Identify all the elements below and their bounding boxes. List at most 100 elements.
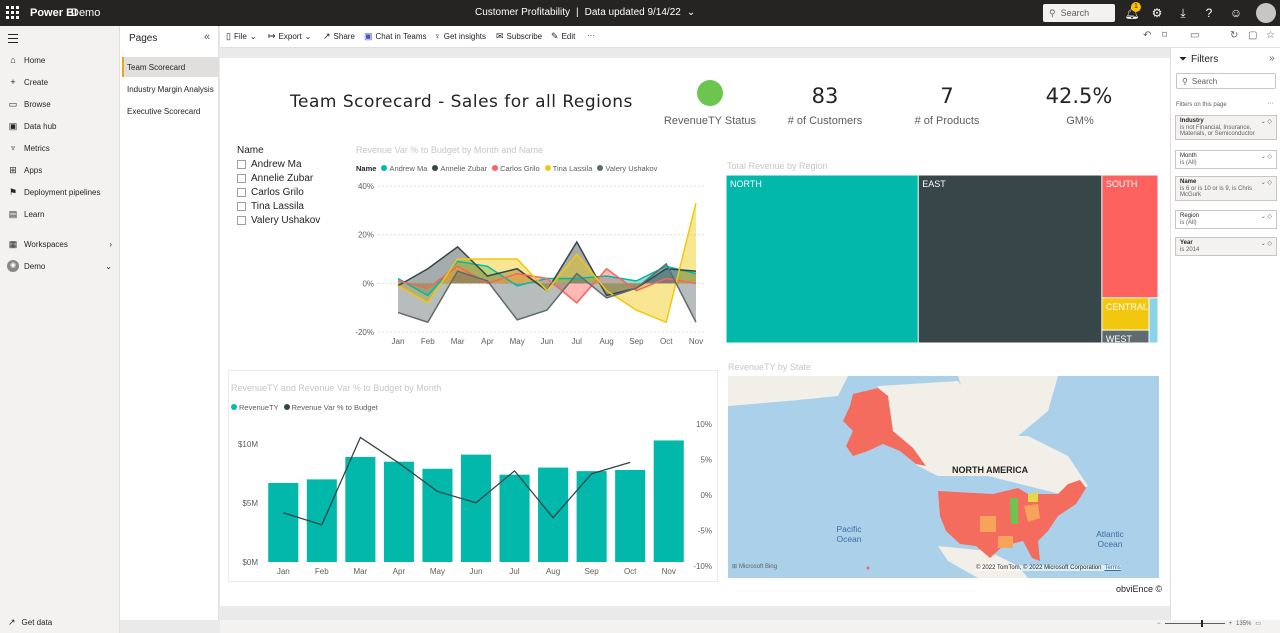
filter-card-icons[interactable]: ⌄ ◇ xyxy=(1261,153,1272,160)
checkbox[interactable] xyxy=(237,160,246,169)
slicer-option[interactable]: Andrew Ma xyxy=(237,159,302,170)
zoom-out-icon[interactable]: − xyxy=(1157,621,1161,627)
y-tick-label: 20% xyxy=(358,231,374,240)
page-tab-executive-scorecard[interactable]: Executive Scorecard xyxy=(122,101,218,121)
get-data-button[interactable]: ↗ Get data xyxy=(0,612,120,632)
filter-card-year[interactable]: Year is 2014 ⌄ ◇ xyxy=(1175,237,1277,256)
zoom-control[interactable]: − + 135% ▭ xyxy=(1157,620,1261,627)
feedback-icon[interactable]: ☺ xyxy=(1228,5,1244,21)
chevron-down-icon: ⌄ xyxy=(105,261,112,271)
chat-in-teams-button[interactable]: ▣ Chat in Teams xyxy=(364,31,427,42)
filter-card-icons[interactable]: ⌄ ◇ xyxy=(1261,213,1272,220)
map-visual[interactable]: NORTH AMERICA Pacific Ocean Atlantic Oce… xyxy=(728,376,1159,578)
bar[interactable] xyxy=(345,456,376,562)
nav-item-apps[interactable]: ⊞ Apps xyxy=(0,160,120,180)
nav-item-deployment-pipelines[interactable]: ⚑ Deployment pipelines xyxy=(0,182,120,202)
left-nav: ⌂ Home + Create ▭ Browse ▣ Data hub ♆ Metrics… xyxy=(0,26,120,633)
more-options-icon[interactable]: ··· xyxy=(1267,100,1274,107)
subscribe-button[interactable]: ✉ Subscribe xyxy=(496,31,542,42)
legend-item[interactable]: Valery Ushakov xyxy=(597,164,657,173)
treemap-tile[interactable] xyxy=(1149,298,1158,343)
kpi-label-gm: GM% xyxy=(1066,115,1094,127)
view-icon[interactable]: ▭ xyxy=(1190,30,1199,41)
slicer-option[interactable]: Annelie Zubar xyxy=(237,173,313,184)
filter-card-icons[interactable]: ⌄ ◇ xyxy=(1261,240,1272,247)
filter-card-icons[interactable]: ⌄ ◇ xyxy=(1261,179,1272,186)
zoom-slider[interactable] xyxy=(1164,620,1225,627)
filter-card-icons[interactable]: ⌄ ◇ xyxy=(1261,118,1272,125)
slicer-option[interactable]: Tina Lassila xyxy=(237,201,304,212)
slicer-option[interactable]: Valery Ushakov xyxy=(237,215,320,226)
filter-card-region[interactable]: Region is (All) ⌄ ◇ xyxy=(1175,210,1277,229)
hamburger-icon[interactable] xyxy=(8,34,18,46)
page-tab-team-scorecard[interactable]: Team Scorecard xyxy=(122,57,218,77)
checkbox[interactable] xyxy=(237,174,246,183)
bar[interactable] xyxy=(268,482,299,562)
legend-item[interactable]: Carlos Grilo xyxy=(492,164,540,173)
bookmark-icon[interactable]: ⌑ xyxy=(1162,30,1167,41)
filter-card-month[interactable]: Month is (All) ⌄ ◇ xyxy=(1175,150,1277,169)
help-icon[interactable]: ? xyxy=(1201,5,1217,21)
legend-item[interactable]: Andrew Ma xyxy=(381,164,427,173)
nav-item-label: Data hub xyxy=(24,121,57,131)
get-insights-button[interactable]: ♀ Get insights xyxy=(434,31,486,41)
terms-link[interactable]: Terms xyxy=(1104,565,1120,571)
treemap-tile[interactable] xyxy=(1102,175,1158,298)
legend-item[interactable]: RevenueTY xyxy=(231,403,279,412)
download-icon[interactable]: ⤓ xyxy=(1175,5,1191,21)
treemap-tile[interactable] xyxy=(918,175,1102,343)
refresh-icon[interactable]: ↻ xyxy=(1230,30,1238,41)
more-options-button[interactable]: ··· xyxy=(587,31,595,40)
nav-item-workspaces[interactable]: ▦ Workspaces › xyxy=(0,234,120,254)
checkbox[interactable] xyxy=(237,216,246,225)
collapse-pages-icon[interactable]: « xyxy=(204,31,210,43)
treemap[interactable]: NORTH EAST SOUTH CENTRAL WEST xyxy=(726,175,1160,343)
bar[interactable] xyxy=(538,467,569,562)
bar[interactable] xyxy=(653,440,684,562)
search-placeholder: Search xyxy=(1060,8,1090,18)
collapse-filters-icon[interactable]: » xyxy=(1269,53,1275,64)
bar[interactable] xyxy=(422,468,453,562)
report-header[interactable]: Customer Profitability | Data updated 9/… xyxy=(475,7,695,18)
bar[interactable] xyxy=(306,479,337,562)
export-menu[interactable]: ↦ Export ⌄ xyxy=(268,31,311,42)
treemap-tile[interactable] xyxy=(726,175,918,343)
undo-icon[interactable]: ↶ xyxy=(1143,30,1151,41)
line-chart[interactable]: 40% 20% 0% -20% Jan Feb Mar Apr May Jun Jul Aug Sep O… xyxy=(346,178,716,348)
nav-item-home[interactable]: ⌂ Home xyxy=(0,50,120,70)
checkbox[interactable] xyxy=(237,188,246,197)
legend-item[interactable]: Revenue Var % to Budget xyxy=(283,403,378,412)
gear-icon[interactable]: ⚙ xyxy=(1149,5,1165,21)
nav-item-demo[interactable]: ◉ Demo ⌄ xyxy=(0,256,120,276)
filter-card-industry[interactable]: Industry is not Financial, Insurance, Mat… xyxy=(1175,115,1277,140)
page-tab-industry-margin-analysis[interactable]: Industry Margin Analysis xyxy=(122,79,218,99)
top-bar: Power BI Demo Customer Profitability | D… xyxy=(0,0,1280,26)
filter-card-name[interactable]: Name is 6 or is 10 or is 9, is Chris McGu… xyxy=(1175,176,1277,201)
nav-item-create[interactable]: + Create xyxy=(0,72,120,92)
checkbox[interactable] xyxy=(237,202,246,211)
nav-item-browse[interactable]: ▭ Browse xyxy=(0,94,120,114)
nav-item-metrics[interactable]: ♆ Metrics xyxy=(0,138,120,158)
share-button[interactable]: ↗ Share xyxy=(323,31,355,42)
nav-item-data-hub[interactable]: ▣ Data hub xyxy=(0,116,120,136)
filters-search[interactable]: ⚲ Search xyxy=(1176,73,1276,89)
bar[interactable] xyxy=(460,454,492,562)
nav-item-learn[interactable]: ▤ Learn xyxy=(0,204,120,224)
bar[interactable] xyxy=(499,474,530,562)
file-menu[interactable]: ▯ File ⌄ xyxy=(226,31,257,42)
favorite-icon[interactable]: ☆ xyxy=(1266,30,1275,41)
search-box[interactable]: ⚲ Search xyxy=(1043,4,1115,22)
bar[interactable] xyxy=(615,469,646,562)
edit-button[interactable]: ✎ Edit xyxy=(551,31,575,42)
app-launcher-icon[interactable] xyxy=(6,6,19,19)
bar[interactable] xyxy=(383,461,414,562)
avatar[interactable] xyxy=(1256,3,1276,23)
comment-icon[interactable]: ▢ xyxy=(1248,30,1257,41)
legend-item[interactable]: Annelie Zubar xyxy=(432,164,487,173)
workspace-label[interactable]: Demo xyxy=(71,7,100,19)
fit-page-icon[interactable]: ▭ xyxy=(1255,620,1261,627)
combo-chart[interactable]: $10M $5M $0M 10% 5% 0% -5% -10% Jan Feb Mar Apr May J… xyxy=(228,416,718,580)
slicer-option[interactable]: Carlos Grilo xyxy=(237,187,304,198)
legend-item[interactable]: Tina Lassila xyxy=(544,164,592,173)
zoom-in-icon[interactable]: + xyxy=(1229,621,1233,627)
